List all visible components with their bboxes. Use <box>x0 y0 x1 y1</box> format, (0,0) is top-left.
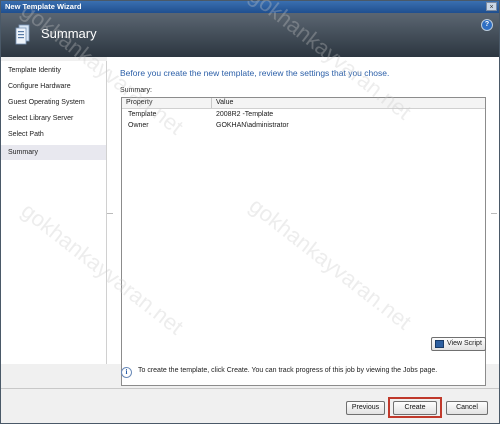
table-row[interactable]: Owner GOKHAN\administrator <box>122 120 485 131</box>
grid-header: Property Value <box>122 98 485 109</box>
info-icon: i <box>121 367 132 378</box>
sidebar-item-select-path[interactable]: Select Path <box>1 127 106 142</box>
window-title: New Template Wizard <box>5 2 82 11</box>
cell-property: Owner <box>128 122 149 129</box>
splitter-mark <box>491 213 497 214</box>
create-highlight-frame <box>388 397 442 418</box>
wizard-window: New Template Wizard × Summary ? Template… <box>0 0 500 424</box>
sidebar-item-template-identity[interactable]: Template Identity <box>1 63 106 78</box>
help-icon[interactable]: ? <box>481 19 493 31</box>
footer-divider <box>1 388 499 389</box>
title-bar[interactable]: New Template Wizard × <box>1 1 499 13</box>
summary-label: Summary: <box>120 87 152 94</box>
table-row[interactable]: Template 2008R2 -Template <box>122 109 485 120</box>
summary-panel: Before you create the new template, revi… <box>107 57 499 386</box>
page-title: Summary <box>41 26 97 41</box>
wizard-template-icon <box>15 24 30 45</box>
intro-text: Before you create the new template, revi… <box>120 68 390 78</box>
view-script-button[interactable]: View Script <box>431 337 486 351</box>
sidebar-item-select-library-server[interactable]: Select Library Server <box>1 111 106 126</box>
cell-value: 2008R2 -Template <box>216 111 274 118</box>
info-bar: i To create the template, click Create. … <box>119 365 489 379</box>
splitter-mark <box>107 213 113 214</box>
column-header-property[interactable]: Property <box>126 99 152 106</box>
wizard-steps: Template Identity Configure Hardware Gue… <box>1 61 107 364</box>
script-icon <box>435 340 444 348</box>
sidebar-item-guest-os[interactable]: Guest Operating System <box>1 95 106 110</box>
sidebar-item-summary[interactable]: Summary <box>1 145 106 160</box>
view-script-label: View Script <box>447 340 482 347</box>
column-divider[interactable] <box>211 98 212 108</box>
previous-button[interactable]: Previous <box>346 401 385 415</box>
cell-property: Template <box>128 111 157 118</box>
column-header-value[interactable]: Value <box>216 99 233 106</box>
cell-value: GOKHAN\administrator <box>216 122 289 129</box>
cancel-button[interactable]: Cancel <box>446 401 488 415</box>
close-icon[interactable]: × <box>486 2 497 11</box>
info-text: To create the template, click Create. Yo… <box>138 367 438 374</box>
sidebar-item-configure-hardware[interactable]: Configure Hardware <box>1 79 106 94</box>
wizard-header: Summary ? <box>1 13 499 57</box>
